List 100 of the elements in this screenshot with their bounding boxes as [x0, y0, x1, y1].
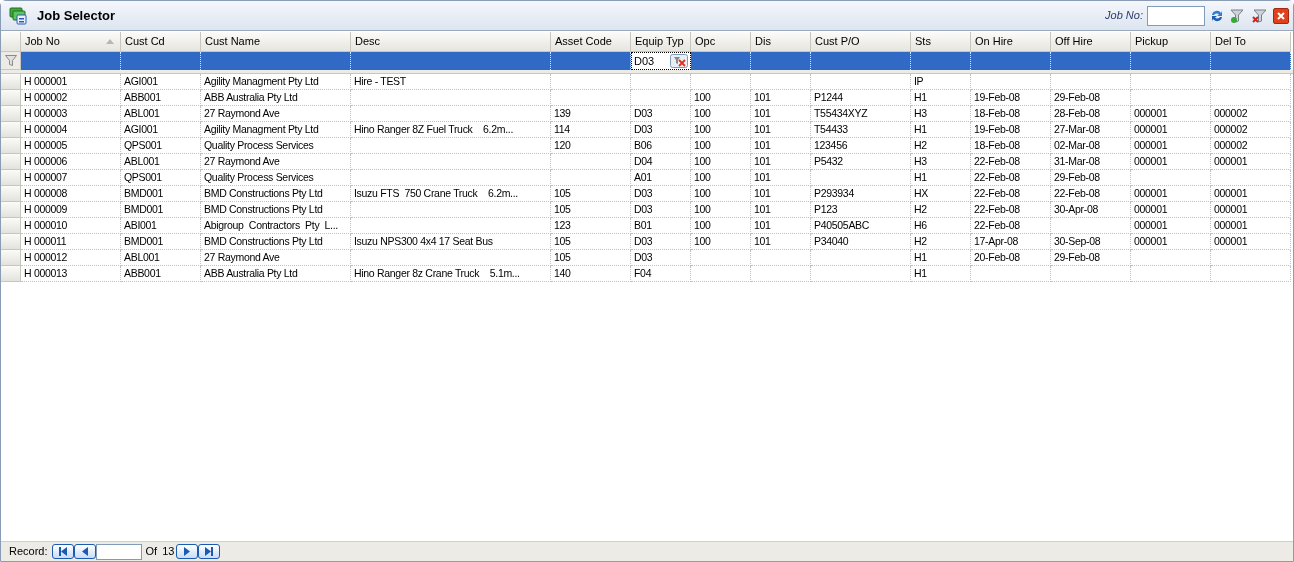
filter-cell[interactable]	[751, 52, 811, 70]
table-cell: 140	[551, 266, 631, 282]
filter-cell[interactable]	[121, 52, 201, 70]
table-cell: Hire - TEST	[351, 74, 551, 90]
table-cell: 28-Feb-08	[1051, 106, 1131, 122]
table-cell: 27 Raymond Ave	[201, 154, 351, 170]
table-cell: B01	[631, 218, 691, 234]
table-cell: 22-Feb-08	[971, 202, 1051, 218]
table-cell: Abigroup Contractors Pty L...	[201, 218, 351, 234]
table-cell: H 000010	[21, 218, 121, 234]
row-selector[interactable]	[1, 106, 21, 122]
column-header[interactable]: Dis	[751, 32, 811, 52]
table-cell: IP	[911, 74, 971, 90]
row-selector[interactable]	[1, 186, 21, 202]
table-cell: 105	[551, 234, 631, 250]
table-cell: 105	[551, 202, 631, 218]
column-header[interactable]: Cust Name	[201, 32, 351, 52]
funnel-remove-icon[interactable]	[1251, 7, 1269, 24]
row-selector[interactable]	[1, 250, 21, 266]
clear-filter-icon[interactable]	[670, 54, 688, 68]
next-record-button[interactable]	[176, 544, 199, 559]
table-cell: D03	[631, 202, 691, 218]
table-cell: Isuzu FTS 750 Crane Truck 6.2m...	[351, 186, 551, 202]
table-cell: H1	[911, 170, 971, 186]
row-selector[interactable]	[1, 90, 21, 106]
filter-cell[interactable]	[691, 52, 751, 70]
last-icon[interactable]	[204, 547, 215, 556]
table-cell: 000001	[1211, 218, 1291, 234]
table-cell: 27 Raymond Ave	[201, 250, 351, 266]
column-header[interactable]: Del To	[1211, 32, 1291, 52]
table-cell: 22-Feb-08	[971, 170, 1051, 186]
column-header[interactable]: Sts	[911, 32, 971, 52]
table-cell: Agility Managment Pty Ltd	[201, 74, 351, 90]
column-header[interactable]: Equip Typ	[631, 32, 691, 52]
filter-cell[interactable]	[971, 52, 1051, 70]
table-cell: 29-Feb-08	[1051, 250, 1131, 266]
row-selector[interactable]	[1, 266, 21, 282]
table-cell: H 000006	[21, 154, 121, 170]
previous-record-button[interactable]	[73, 544, 96, 559]
table-cell: A01	[631, 170, 691, 186]
column-header[interactable]: Opc	[691, 32, 751, 52]
table-cell: F04	[631, 266, 691, 282]
table-cell: P293934	[811, 186, 911, 202]
first-icon[interactable]	[57, 547, 68, 556]
table-cell: Hino Ranger 8z Crane Truck 5.1m...	[351, 266, 551, 282]
row-selector[interactable]	[1, 234, 21, 250]
column-header[interactable]: Cust Cd	[121, 32, 201, 52]
filter-icon	[4, 55, 17, 66]
filter-cell[interactable]	[911, 52, 971, 70]
row-selector[interactable]	[1, 154, 21, 170]
table-cell: 30-Sep-08	[1051, 234, 1131, 250]
record-field[interactable]	[95, 543, 142, 560]
filter-cell[interactable]	[1051, 52, 1131, 70]
previous-icon[interactable]	[80, 547, 89, 556]
filter-cell[interactable]	[811, 52, 911, 70]
row-selector[interactable]	[1, 74, 21, 90]
column-header[interactable]: Off Hire	[1051, 32, 1131, 52]
table-cell: 18-Feb-08	[971, 138, 1051, 154]
column-header[interactable]: Pickup	[1131, 32, 1211, 52]
row-selector[interactable]	[1, 138, 21, 154]
next-icon[interactable]	[183, 547, 192, 556]
table-cell: BMD001	[121, 202, 201, 218]
table-cell: 101	[751, 218, 811, 234]
table-cell: 000001	[1131, 218, 1211, 234]
filter-cell[interactable]	[201, 52, 351, 70]
table-cell	[631, 90, 691, 106]
table-cell: 000001	[1131, 186, 1211, 202]
column-header[interactable]: Asset Code	[551, 32, 631, 52]
column-header[interactable]: Cust P/O	[811, 32, 911, 52]
table-cell: 29-Feb-08	[1051, 170, 1131, 186]
table-cell: BMD001	[121, 186, 201, 202]
filter-cell[interactable]	[351, 52, 551, 70]
last-record-button[interactable]	[198, 544, 221, 559]
table-cell: 000002	[1211, 106, 1291, 122]
filter-cell[interactable]	[1211, 52, 1291, 70]
filter-cell[interactable]	[1131, 52, 1211, 70]
row-selector[interactable]	[1, 218, 21, 234]
window-title: Job Selector	[37, 6, 116, 25]
first-record-button[interactable]	[51, 544, 74, 559]
row-selector[interactable]	[1, 170, 21, 186]
row-selector[interactable]	[1, 122, 21, 138]
job-no-field[interactable]	[1147, 5, 1205, 26]
row-selector[interactable]	[1, 202, 21, 218]
table-cell: 30-Apr-08	[1051, 202, 1131, 218]
table-cell: Hino Ranger 8Z Fuel Truck 6.2m...	[351, 122, 551, 138]
table-cell: 17-Apr-08	[971, 234, 1051, 250]
table-cell: 19-Feb-08	[971, 90, 1051, 106]
column-header[interactable]: Desc	[351, 32, 551, 52]
table-cell: H 000009	[21, 202, 121, 218]
column-header[interactable]: Job No	[21, 32, 121, 52]
filter-cell[interactable]	[21, 52, 121, 70]
table-cell: P34040	[811, 234, 911, 250]
table-cell	[751, 250, 811, 266]
table-cell: 22-Feb-08	[971, 218, 1051, 234]
table-cell: 101	[751, 122, 811, 138]
filter-cell[interactable]	[551, 52, 631, 70]
column-header[interactable]: On Hire	[971, 32, 1051, 52]
table-cell: H1	[911, 122, 971, 138]
table-cell: P40505ABC	[811, 218, 911, 234]
filter-field[interactable]: D03	[631, 52, 691, 70]
